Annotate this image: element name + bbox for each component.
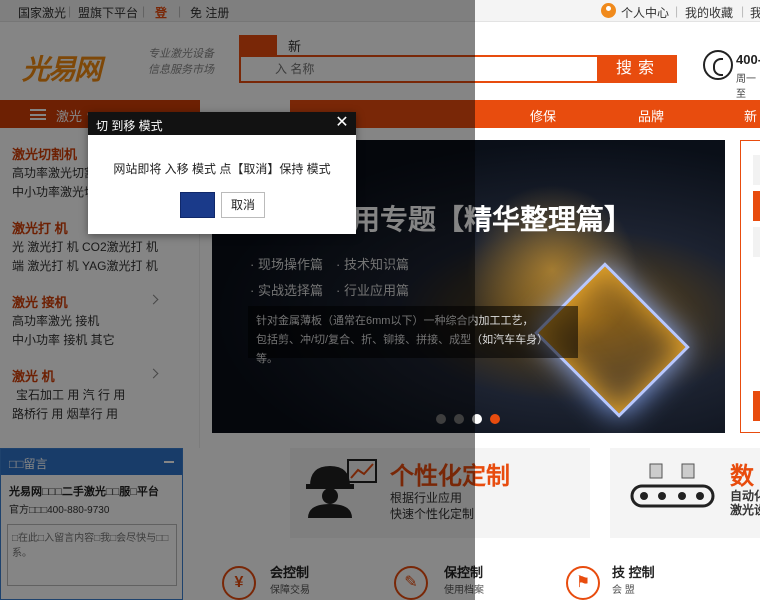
promo-block[interactable]: [753, 227, 760, 257]
promo-block[interactable]: [753, 391, 760, 421]
search-button[interactable]: 搜索: [599, 55, 677, 83]
user-icon: [601, 3, 616, 18]
divider: |: [741, 4, 745, 18]
close-icon[interactable]: ✕: [333, 114, 351, 132]
flag-icon: ⚑: [566, 566, 600, 600]
mobile-mode-dialog: 切 到移 模式 ✕ 网站即将 入移 模式 点【取消】保持 模式 取消: [88, 112, 356, 234]
hotline-hours: 周一至: [736, 74, 756, 100]
topbar-more-link[interactable]: 我: [750, 4, 760, 21]
service-subtitle: 会 盟: [612, 585, 635, 596]
conveyor-icon: [630, 463, 715, 508]
favorites-link[interactable]: 我的收藏: [685, 4, 733, 21]
feature-title: 数: [730, 463, 754, 490]
carousel-dot[interactable]: [490, 414, 500, 424]
divider: |: [675, 4, 679, 18]
nav-item-repair[interactable]: 修保: [530, 106, 556, 125]
nav-item-new[interactable]: 新: [744, 106, 757, 125]
user-center-link[interactable]: 个人中心: [621, 4, 669, 21]
promo-block[interactable]: [753, 191, 760, 221]
hotline-number: 400-: [736, 52, 760, 67]
feature-subtitle: 激光设: [730, 503, 760, 517]
dialog-header: 切 到移 模式 ✕: [88, 112, 356, 135]
promo-block[interactable]: [753, 155, 760, 185]
cancel-button[interactable]: 取消: [221, 192, 265, 218]
dialog-message: 网站即将 入移 模式 点【取消】保持 模式: [113, 162, 331, 176]
nav-item-brand[interactable]: 品牌: [638, 106, 664, 125]
dialog-title: 切 到移 模式: [96, 119, 163, 133]
modal-overlay[interactable]: [0, 0, 475, 600]
confirm-button[interactable]: [180, 192, 215, 218]
service-title[interactable]: 技 控制: [612, 562, 655, 581]
phone-icon: [703, 50, 733, 80]
right-promo-panel: [740, 140, 760, 433]
